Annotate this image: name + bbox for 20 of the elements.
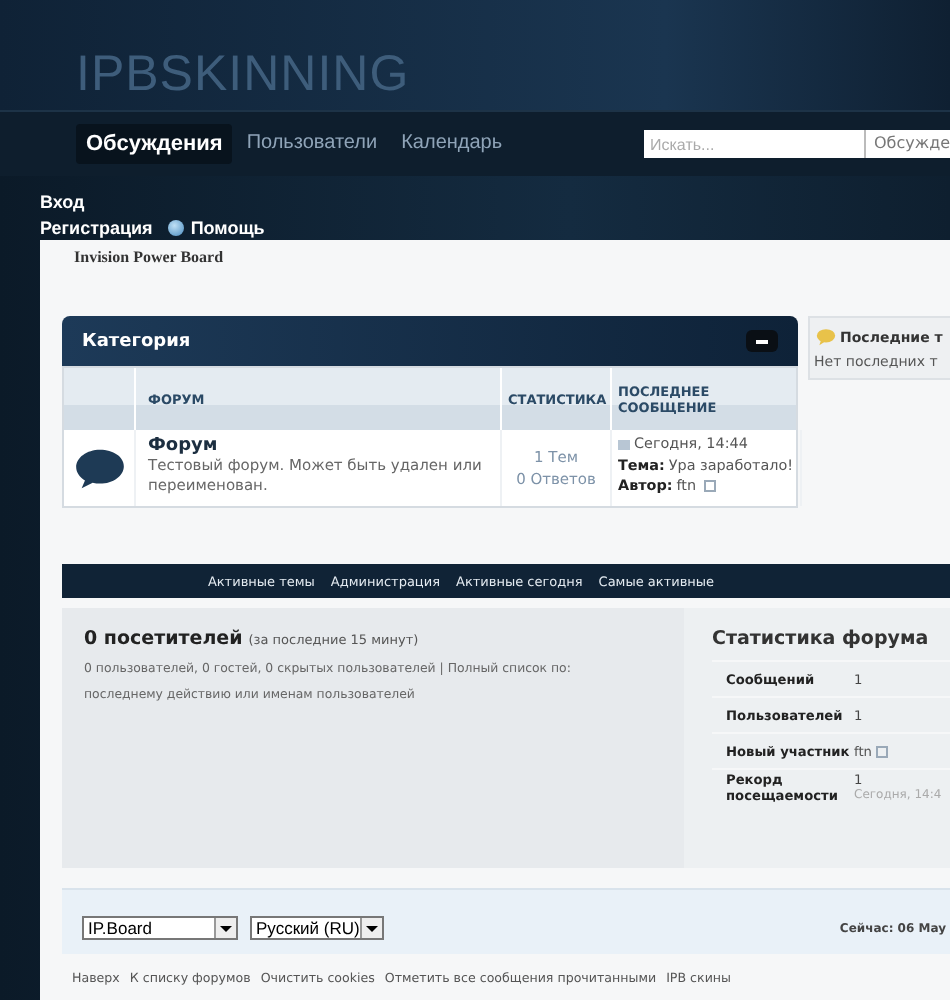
forum-link[interactable]: Форум xyxy=(148,436,494,456)
speech-bubble-icon xyxy=(816,328,836,346)
stats-title: Статистика форума xyxy=(712,628,931,650)
search-field[interactable]: Искать... xyxy=(644,130,864,158)
nav-tab[interactable]: Пользователи xyxy=(236,124,388,164)
help-icon xyxy=(168,219,185,235)
speech-bubble-icon xyxy=(73,446,125,490)
collapse-button[interactable] xyxy=(746,330,778,352)
online-count: 0 посетителей xyxy=(84,628,243,650)
nav-tab[interactable]: Календарь xyxy=(391,124,513,164)
category-title[interactable]: Категория xyxy=(82,331,191,351)
user-link[interactable]: Регистрация xyxy=(40,217,153,237)
help-link[interactable]: Помощь xyxy=(168,217,265,237)
user-link[interactable]: Вход xyxy=(40,191,85,211)
skin-select[interactable]: IP.Board xyxy=(82,916,238,940)
search-scope-button[interactable]: Обсужде xyxy=(864,130,950,158)
minus-icon xyxy=(756,339,768,343)
board-title: Invision Power Board xyxy=(72,248,226,268)
language-select[interactable]: Русский (RU) xyxy=(250,916,384,940)
nav-tab[interactable]: Обсуждения xyxy=(76,124,233,164)
